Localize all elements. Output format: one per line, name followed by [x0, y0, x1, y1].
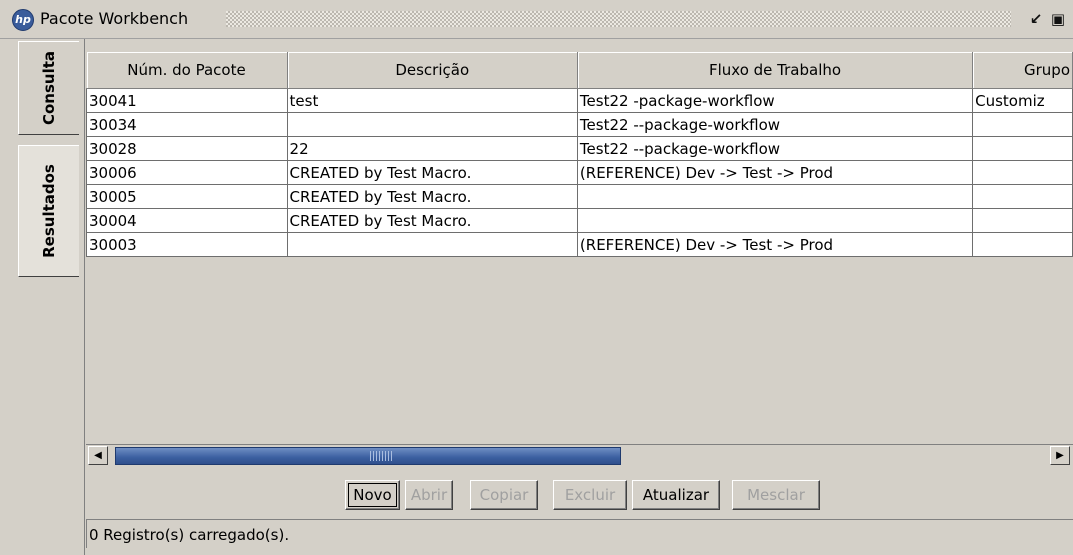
table-cell[interactable]: CREATED by Test Macro.	[286, 160, 578, 185]
table-row[interactable]: 30005 CREATED by Test Macro.	[86, 184, 1073, 209]
action-bar: Novo Abrir Copiar Excluir Atualizar Mesc…	[86, 470, 1073, 510]
table-cell[interactable]: 30003	[86, 232, 288, 257]
table-cell[interactable]: Test22 -package-workflow	[576, 88, 974, 113]
hp-logo: hp	[12, 9, 34, 31]
table-cell[interactable]: 30004	[86, 208, 288, 233]
column-header-num-pacote[interactable]: Núm. do Pacote	[86, 52, 288, 89]
restore-icon[interactable]: ↙	[1027, 10, 1045, 28]
table-cell[interactable]	[972, 112, 1073, 137]
table-cell[interactable]: test	[286, 88, 578, 113]
novo-button[interactable]: Novo	[345, 480, 400, 510]
title-drag-area[interactable]	[226, 11, 1011, 27]
table-cell[interactable]: CREATED by Test Macro.	[286, 208, 578, 233]
table-cell[interactable]: 30005	[86, 184, 288, 209]
table-cell[interactable]	[972, 184, 1073, 209]
window-title: Pacote Workbench	[40, 9, 189, 28]
scrollbar-grip	[370, 451, 394, 461]
table-cell[interactable]	[286, 112, 578, 137]
table-cell[interactable]: CREATED by Test Macro.	[286, 184, 578, 209]
tab-resultados-label: Resultados	[40, 164, 58, 258]
table-header-row: Núm. do Pacote Descrição Fluxo de Trabal…	[86, 52, 1073, 89]
table-cell[interactable]	[972, 136, 1073, 161]
excluir-button[interactable]: Excluir	[553, 480, 627, 510]
tab-consulta[interactable]: Consulta	[18, 41, 79, 135]
table-cell[interactable]: Test22 --package-workflow	[576, 112, 974, 137]
horizontal-scrollbar[interactable]: ◀ ▶	[86, 444, 1073, 465]
table-cell[interactable]: (REFERENCE) Dev -> Test -> Prod	[576, 160, 974, 185]
table-cell[interactable]: (REFERENCE) Dev -> Test -> Prod	[576, 232, 974, 257]
status-bar: 0 Registro(s) carregado(s).	[86, 519, 1073, 548]
scroll-left-icon[interactable]: ◀	[88, 446, 108, 465]
table-cell[interactable]: Customiz	[972, 88, 1073, 113]
table-row[interactable]: 30041 test Test22 -package-workflow Custom…	[86, 88, 1073, 113]
scrollbar-thumb[interactable]	[115, 447, 621, 465]
results-table: Núm. do Pacote Descrição Fluxo de Trabal…	[86, 52, 1073, 444]
tab-resultados[interactable]: Resultados	[18, 145, 79, 277]
results-panel: Núm. do Pacote Descrição Fluxo de Trabal…	[86, 52, 1073, 555]
column-header-descricao[interactable]: Descrição	[287, 52, 578, 89]
table-row[interactable]: 30003 (REFERENCE) Dev -> Test -> Prod	[86, 232, 1073, 257]
column-header-fluxo[interactable]: Fluxo de Trabalho	[577, 52, 974, 89]
vertical-tab-strip: Consulta Resultados	[0, 39, 85, 555]
copiar-button[interactable]: Copiar	[470, 480, 538, 510]
table-cell[interactable]: 30041	[86, 88, 288, 113]
table-cell[interactable]: 30006	[86, 160, 288, 185]
atualizar-button[interactable]: Atualizar	[632, 480, 720, 510]
mesclar-button[interactable]: Mesclar	[732, 480, 820, 510]
table-row[interactable]: 30034 Test22 --package-workflow	[86, 112, 1073, 137]
tab-consulta-label: Consulta	[40, 50, 58, 126]
column-header-grupo[interactable]: Grupo	[972, 52, 1073, 89]
table-cell[interactable]: Test22 --package-workflow	[576, 136, 974, 161]
table-cell[interactable]	[972, 160, 1073, 185]
table-cell[interactable]	[972, 232, 1073, 257]
table-cell[interactable]: 30028	[86, 136, 288, 161]
abrir-button[interactable]: Abrir	[405, 480, 453, 510]
table-cell[interactable]: 30034	[86, 112, 288, 137]
maximize-icon[interactable]: ▣	[1049, 10, 1067, 28]
table-row[interactable]: 30006 CREATED by Test Macro. (REFERENCE) D…	[86, 160, 1073, 185]
title-bar: hp Pacote Workbench ↙ ▣	[0, 0, 1073, 39]
table-cell[interactable]	[576, 184, 974, 209]
scroll-right-icon[interactable]: ▶	[1050, 446, 1070, 465]
table-row[interactable]: 30004 CREATED by Test Macro.	[86, 208, 1073, 233]
table-cell[interactable]	[286, 232, 578, 257]
table-row[interactable]: 30028 22 Test22 --package-workflow	[86, 136, 1073, 161]
table-cell[interactable]: 22	[286, 136, 578, 161]
table-cell[interactable]	[576, 208, 974, 233]
table-cell[interactable]	[972, 208, 1073, 233]
